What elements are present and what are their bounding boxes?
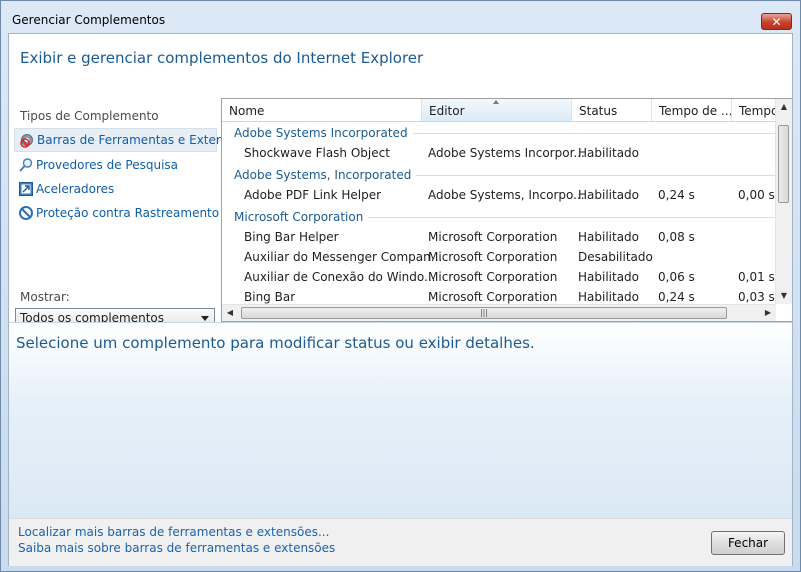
show-label: Mostrar: [20,290,70,304]
close-button[interactable]: Fechar [711,531,785,555]
close-icon: ✕ [771,15,782,29]
type-tracking-protection[interactable]: Proteção contra Rastreamento [14,202,220,224]
accelerator-icon [18,181,34,197]
type-label: Provedores de Pesquisa [36,158,179,172]
cell-load: 0,08 s [658,230,695,244]
table-body: Adobe Systems Incorporated Shockwave Flas… [222,121,782,307]
addon-types-pane: Tipos de Complemento Barras de Ferrament… [9,98,251,329]
cell-name: Bing Bar Helper [244,230,339,244]
group-name: Microsoft Corporation [234,210,369,224]
cell-name: Shockwave Flash Object [244,146,390,160]
horizontal-scrollbar[interactable]: ◀ ||| ▶ [222,304,776,321]
type-search-providers[interactable]: Provedores de Pesquisa [14,154,217,176]
cell-publisher: Adobe Systems Incorpor... [428,146,585,160]
cell-publisher: Microsoft Corporation [428,230,558,244]
cell-status: Habilitado [578,146,640,160]
title-bar: Gerenciar Complementos ✕ [1,1,800,33]
chevron-down-icon [201,316,209,321]
page-heading: Exibir e gerenciar complementos do Inter… [20,49,424,67]
scroll-right-icon[interactable]: ▶ [760,305,776,321]
footer: Localizar mais barras de ferramentas e e… [9,518,792,566]
cell-status: Habilitado [578,188,640,202]
client-area: Exibir e gerenciar complementos do Inter… [8,33,793,566]
cell-status: Habilitado [578,270,640,284]
type-label: Barras de Ferramentas e Extensões [37,133,251,147]
group-header: Microsoft Corporation [222,205,782,227]
cell-load: 0,24 s [658,188,695,202]
cell-load: 0,06 s [658,270,695,284]
type-label: Aceleradores [36,182,115,196]
vertical-scroll-thumb[interactable] [778,125,789,203]
table-row[interactable]: Auxiliar de Conexão do Windo... Microsoft… [222,267,782,287]
cell-nav: 0,00 s [738,188,775,202]
details-message: Selecione um complemento para modificar … [16,334,535,352]
addons-table: Nome Editor Status Tempo de ... Tempo Ad… [221,98,792,322]
horizontal-scroll-thumb[interactable]: ||| [241,307,727,319]
cell-name: Auxiliar do Messenger Compan... [244,250,443,264]
cell-status: Habilitado [578,230,640,244]
addon-types-list: Barras de Ferramentas e Extensões Proved… [14,128,251,226]
type-label: Proteção contra Rastreamento [36,206,220,220]
scroll-left-icon[interactable]: ◀ [222,305,238,321]
type-accelerators[interactable]: Aceleradores [14,178,217,200]
scroll-up-icon[interactable]: ▲ [776,99,792,115]
scroll-down-icon[interactable]: ▼ [776,288,792,304]
search-icon [18,157,34,173]
block-icon [18,205,34,221]
type-toolbars-extensions[interactable]: Barras de Ferramentas e Extensões [14,128,251,152]
group-header: Adobe Systems Incorporated [222,121,782,143]
window-close-button[interactable]: ✕ [761,13,792,30]
cell-status: Desabilitado [578,250,653,264]
table-row[interactable]: Bing Bar Helper Microsoft Corporation Habi… [222,227,782,247]
header: Exibir e gerenciar complementos do Inter… [9,34,792,98]
table-row[interactable]: Auxiliar do Messenger Compan... Microsoft… [222,247,782,267]
sort-ascending-icon [493,100,499,104]
cell-publisher: Microsoft Corporation [428,250,558,264]
cell-nav: 0,01 s [738,270,775,284]
learn-more-toolbars-link[interactable]: Saiba mais sobre barras de ferramentas e… [18,541,335,555]
details-pane: Selecione um complemento para modificar … [9,322,792,519]
table-row[interactable]: Adobe PDF Link Helper Adobe Systems, Inco… [222,185,782,205]
table-header: Nome Editor Status Tempo de ... Tempo [222,99,782,122]
table-row[interactable]: Shockwave Flash Object Adobe Systems Inco… [222,143,782,163]
column-header-name[interactable]: Nome [222,99,422,121]
column-header-status[interactable]: Status [572,99,652,121]
gear-icon [19,132,35,148]
vertical-scrollbar[interactable]: ▲ ▼ [775,99,792,304]
cell-publisher: Microsoft Corporation [428,270,558,284]
group-name: Adobe Systems Incorporated [234,126,413,140]
cell-name: Auxiliar de Conexão do Windo... [244,270,436,284]
addon-types-label: Tipos de Complemento [20,109,159,123]
cell-name: Adobe PDF Link Helper [244,188,382,202]
window-title: Gerenciar Complementos [12,13,166,27]
cell-publisher: Adobe Systems, Incorpo... [428,188,585,202]
group-name: Adobe Systems, Incorporated [234,168,417,182]
column-header-load-time[interactable]: Tempo de ... [652,99,732,121]
find-more-toolbars-link[interactable]: Localizar mais barras de ferramentas e e… [18,525,329,539]
group-header: Adobe Systems, Incorporated [222,163,782,185]
manage-addons-window: Gerenciar Complementos ✕ Exibir e gerenc… [0,0,801,572]
